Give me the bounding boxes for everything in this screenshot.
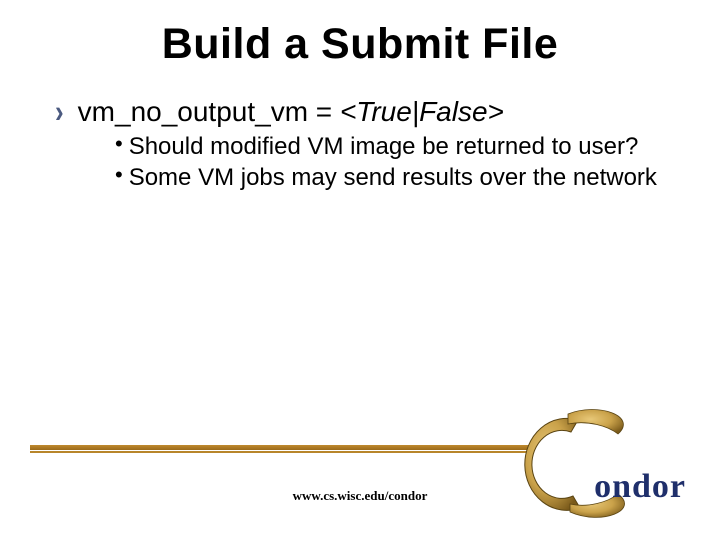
sub-bullet-list: • Should modified VM image be returned t… [115,133,680,193]
divider [30,445,530,455]
bullet-level-2: • Should modified VM image be returned t… [115,133,680,162]
sub-bullet-text: Some VM jobs may send results over the n… [129,164,657,193]
slide-body: › vm_no_output_vm = <True|False> • Shoul… [55,94,680,193]
sub-bullet-text: Should modified VM image be returned to … [129,133,639,162]
bullet-dot-icon: • [115,131,123,157]
param-name: vm_no_output_vm = [78,96,340,127]
logo-text: ondor [594,468,686,506]
slide-title: Build a Submit File [0,20,720,69]
bullet-dot-icon: • [115,162,123,188]
bullet-text: vm_no_output_vm = <True|False> [78,94,504,129]
divider-bar-thin [30,451,530,453]
param-value: <True|False> [340,96,504,127]
slide: Build a Submit File › vm_no_output_vm = … [0,20,720,540]
condor-logo: ondor [518,408,688,518]
bullet-level-1: › vm_no_output_vm = <True|False> [55,94,680,129]
chevron-right-icon: › [55,92,64,131]
divider-bar [30,445,530,450]
bullet-level-2: • Some VM jobs may send results over the… [115,164,680,193]
